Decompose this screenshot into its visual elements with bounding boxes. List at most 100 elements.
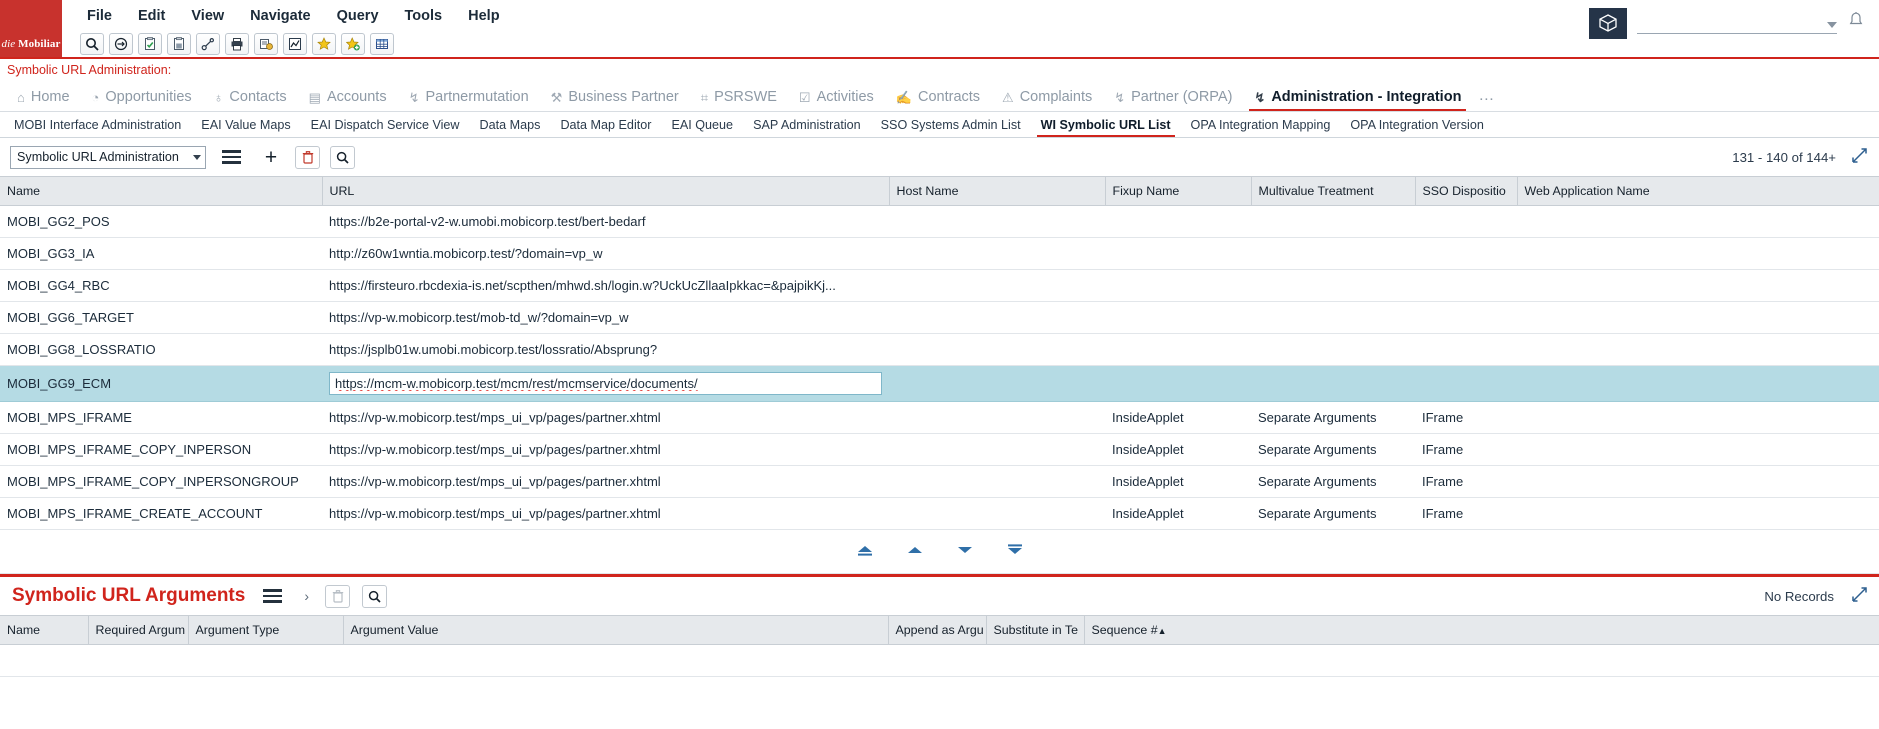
cell-fixup-name[interactable]: InsideApplet bbox=[1105, 497, 1251, 530]
cell-fixup-name[interactable] bbox=[1105, 333, 1251, 366]
subtab-eai-dispatch-service-view[interactable]: EAI Dispatch Service View bbox=[301, 116, 470, 137]
table-row[interactable]: MOBI_MPS_IFRAME_COPY_INPERSONGROUP https… bbox=[0, 465, 1879, 498]
add-favorite-icon[interactable] bbox=[341, 33, 365, 55]
cell-sso-disposition[interactable]: IFrame bbox=[1415, 433, 1517, 466]
cell-sso-disposition[interactable] bbox=[1415, 333, 1517, 366]
table-row[interactable]: MOBI_GG4_RBC https://firsteuro.rbcdexia-… bbox=[0, 269, 1879, 302]
cell-fixup-name[interactable] bbox=[1105, 365, 1251, 402]
menu-query[interactable]: Query bbox=[324, 6, 392, 26]
subtab-eai-queue[interactable]: EAI Queue bbox=[661, 116, 743, 137]
column-header-multivalue-treatment[interactable]: Multivalue Treatment bbox=[1251, 176, 1416, 206]
chevron-down-icon[interactable] bbox=[1827, 22, 1837, 28]
expand-applet-icon[interactable] bbox=[1846, 148, 1867, 166]
cell-fixup-name[interactable]: InsideApplet bbox=[1105, 465, 1251, 498]
nav-tab-administration-integration[interactable]: ↯ Administration - Integration bbox=[1243, 87, 1472, 111]
view-select[interactable]: Symbolic URL Administration bbox=[10, 145, 206, 169]
search-icon[interactable] bbox=[80, 33, 104, 55]
query-button[interactable] bbox=[330, 145, 355, 169]
cell-multivalue-treatment[interactable] bbox=[1251, 333, 1415, 366]
subtab-sap-administration[interactable]: SAP Administration bbox=[743, 116, 871, 137]
table-row[interactable]: MOBI_GG6_TARGET https://vp-w.mobicorp.te… bbox=[0, 301, 1879, 334]
table-row[interactable]: MOBI_GG3_IA http://z60w1wntia.mobicorp.t… bbox=[0, 237, 1879, 270]
cell-host-name[interactable] bbox=[889, 237, 1105, 270]
applet-menu-button[interactable] bbox=[216, 148, 247, 165]
notifications-bell-icon[interactable] bbox=[1847, 11, 1865, 35]
menu-navigate[interactable]: Navigate bbox=[237, 6, 323, 26]
cell-multivalue-treatment[interactable] bbox=[1251, 237, 1415, 270]
cell-sso-disposition[interactable] bbox=[1415, 205, 1517, 238]
delete-record-button[interactable] bbox=[295, 145, 320, 169]
expand-arguments-applet-icon[interactable] bbox=[1846, 587, 1867, 605]
table-row[interactable]: MOBI_GG2_POS https://b2e-portal-v2-w.umo… bbox=[0, 205, 1879, 238]
cell-host-name[interactable] bbox=[889, 433, 1105, 466]
previous-record-button[interactable] bbox=[904, 543, 926, 560]
arguments-query-button[interactable] bbox=[362, 584, 387, 608]
table-row-selected[interactable]: MOBI_GG9_ECM bbox=[0, 365, 1879, 402]
subtab-wi-symbolic-url-list[interactable]: WI Symbolic URL List bbox=[1031, 116, 1181, 137]
cell-multivalue-treatment[interactable] bbox=[1251, 301, 1415, 334]
cell-sso-disposition[interactable]: IFrame bbox=[1415, 465, 1517, 498]
column-header-argument-type[interactable]: Argument Type bbox=[188, 615, 344, 645]
grid-icon[interactable] bbox=[370, 33, 394, 55]
cell-host-name[interactable] bbox=[889, 269, 1105, 302]
subtab-data-maps[interactable]: Data Maps bbox=[470, 116, 551, 137]
table-row[interactable]: MOBI_MPS_IFRAME https://vp-w.mobicorp.te… bbox=[0, 401, 1879, 434]
cell-web-application-name[interactable] bbox=[1517, 301, 1879, 334]
cell-sso-disposition[interactable] bbox=[1415, 365, 1517, 402]
menu-tools[interactable]: Tools bbox=[392, 6, 456, 26]
nav-overflow-icon[interactable]: … bbox=[1472, 87, 1501, 111]
column-header-substitute-in-text[interactable]: Substitute in Te bbox=[986, 615, 1085, 645]
table-row[interactable]: MOBI_MPS_IFRAME_COPY_INPERSON https://vp… bbox=[0, 433, 1879, 466]
cell-host-name[interactable] bbox=[889, 401, 1105, 434]
cell-fixup-name[interactable] bbox=[1105, 301, 1251, 334]
arguments-delete-button[interactable] bbox=[325, 584, 350, 608]
cell-url[interactable]: https://vp-w.mobicorp.test/mps_ui_vp/pag… bbox=[322, 401, 889, 434]
menu-view[interactable]: View bbox=[178, 6, 237, 26]
nav-tab-psrswe[interactable]: ⌗ PSRSWE bbox=[690, 87, 788, 111]
cell-web-application-name[interactable] bbox=[1517, 433, 1879, 466]
nav-tab-complaints[interactable]: ⚠ Complaints bbox=[991, 87, 1103, 111]
chart-icon[interactable] bbox=[283, 33, 307, 55]
cell-url-editing[interactable] bbox=[322, 365, 889, 402]
cell-web-application-name[interactable] bbox=[1517, 237, 1879, 270]
first-record-button[interactable] bbox=[854, 543, 876, 560]
nav-tab-contacts[interactable]: ♁ Contacts bbox=[203, 87, 298, 111]
cell-multivalue-treatment[interactable] bbox=[1251, 365, 1415, 402]
cell-host-name[interactable] bbox=[889, 497, 1105, 530]
cell-url[interactable]: https://vp-w.mobicorp.test/mps_ui_vp/pag… bbox=[322, 433, 889, 466]
cell-multivalue-treatment[interactable] bbox=[1251, 269, 1415, 302]
cell-sso-disposition[interactable] bbox=[1415, 237, 1517, 270]
cell-url[interactable]: https://b2e-portal-v2-w.umobi.mobicorp.t… bbox=[322, 205, 889, 238]
nav-tab-partnermutation[interactable]: ↯ Partnermutation bbox=[398, 87, 540, 111]
cell-web-application-name[interactable] bbox=[1517, 401, 1879, 434]
column-header-argument-value[interactable]: Argument Value bbox=[343, 615, 889, 645]
column-header-fixup-name[interactable]: Fixup Name bbox=[1105, 176, 1252, 206]
subtab-opa-integration-version[interactable]: OPA Integration Version bbox=[1340, 116, 1493, 137]
print-icon[interactable] bbox=[225, 33, 249, 55]
link-icon[interactable] bbox=[196, 33, 220, 55]
cell-fixup-name[interactable] bbox=[1105, 237, 1251, 270]
cell-name[interactable]: MOBI_GG6_TARGET bbox=[0, 301, 322, 334]
cell-name[interactable]: MOBI_GG2_POS bbox=[0, 205, 322, 238]
last-record-button[interactable] bbox=[1004, 543, 1026, 560]
cell-name[interactable]: MOBI_MPS_IFRAME_CREATE_ACCOUNT bbox=[0, 497, 322, 530]
cell-host-name[interactable] bbox=[889, 205, 1105, 238]
next-record-button[interactable] bbox=[954, 543, 976, 560]
column-header-required-argument[interactable]: Required Argum bbox=[88, 615, 189, 645]
arguments-applet-menu-button[interactable] bbox=[257, 587, 288, 604]
column-header-web-application-name[interactable]: Web Application Name bbox=[1517, 176, 1879, 206]
menu-edit[interactable]: Edit bbox=[125, 6, 178, 26]
cell-web-application-name[interactable] bbox=[1517, 269, 1879, 302]
cell-fixup-name[interactable] bbox=[1105, 269, 1251, 302]
cell-sso-disposition[interactable] bbox=[1415, 301, 1517, 334]
cell-multivalue-treatment[interactable]: Separate Arguments bbox=[1251, 497, 1415, 530]
subtab-data-map-editor[interactable]: Data Map Editor bbox=[550, 116, 661, 137]
column-header-append-as-argument[interactable]: Append as Argu bbox=[888, 615, 987, 645]
cell-web-application-name[interactable] bbox=[1517, 365, 1879, 402]
subtab-eai-value-maps[interactable]: EAI Value Maps bbox=[191, 116, 300, 137]
cell-web-application-name[interactable] bbox=[1517, 497, 1879, 530]
cell-name[interactable]: MOBI_MPS_IFRAME_COPY_INPERSON bbox=[0, 433, 322, 466]
report-icon[interactable] bbox=[254, 33, 278, 55]
cell-url[interactable]: https://jsplb01w.umobi.mobicorp.test/los… bbox=[322, 333, 889, 366]
execute-query-icon[interactable] bbox=[109, 33, 133, 55]
